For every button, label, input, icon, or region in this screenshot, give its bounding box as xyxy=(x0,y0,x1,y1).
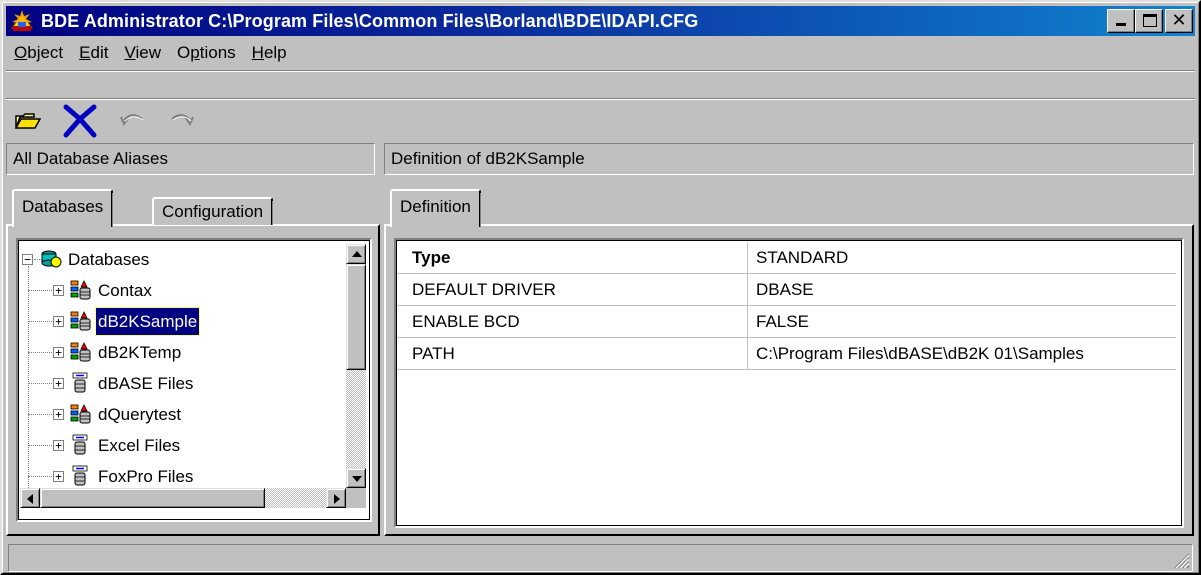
minimize-button[interactable] xyxy=(1107,9,1135,33)
menu-accelerator: p xyxy=(190,43,200,62)
definition-value[interactable]: C:\Program Files\dBASE\dB2K 01\Samples xyxy=(748,338,1176,369)
scroll-right-icon xyxy=(334,494,340,504)
expand-icon[interactable]: + xyxy=(53,378,64,389)
tree-label: Databases xyxy=(68,250,150,269)
tree-item[interactable]: + dQuerytest xyxy=(18,399,344,430)
definition-row[interactable]: DEFAULT DRIVER DBASE xyxy=(398,274,1176,306)
bde-app-icon[interactable] xyxy=(9,8,35,34)
title-bar[interactable]: BDE Administrator C:\Program Files\Commo… xyxy=(6,6,1195,36)
tab-databases[interactable]: Databases xyxy=(12,189,114,227)
expand-icon[interactable]: + xyxy=(53,316,64,327)
tree-item-label: Contax xyxy=(98,281,152,300)
menu-item-options[interactable]: Options xyxy=(169,38,244,68)
expand-icon[interactable]: + xyxy=(53,409,64,420)
menu-item-object[interactable]: Object xyxy=(6,38,71,68)
toolbar xyxy=(12,102,198,140)
menu-label-part: tions xyxy=(199,43,236,62)
tab-definition[interactable]: Definition xyxy=(390,189,481,227)
right-panel-header: Definition of dB2KSample xyxy=(384,143,1194,175)
menu-separator xyxy=(6,70,1195,72)
minimize-icon xyxy=(1116,23,1126,26)
resize-grip-icon[interactable] xyxy=(1172,551,1190,569)
tree-item-label: dQuerytest xyxy=(98,405,182,424)
definition-key: Type xyxy=(398,242,748,273)
collapse-icon[interactable]: − xyxy=(22,254,33,265)
tree-item[interactable]: + dB2KSample xyxy=(18,306,344,337)
menu-label-part: O xyxy=(177,43,191,62)
database-tree[interactable]: − Databases + Contax + dB2KSample + dB2KTemp + dB… xyxy=(16,238,372,522)
close-icon: ✕ xyxy=(1171,10,1187,31)
definition-grid[interactable]: Type STANDARD DEFAULT DRIVER DBASE ENABLE BC… xyxy=(394,238,1184,528)
redo-icon xyxy=(171,114,194,127)
definition-value[interactable]: FALSE xyxy=(748,306,1176,337)
tree-item-label: dBASE Files xyxy=(98,374,194,393)
expand-icon[interactable]: + xyxy=(53,347,64,358)
delete-button[interactable] xyxy=(60,104,97,138)
definition-value[interactable]: DBASE xyxy=(748,274,1176,305)
tree-scroll-down-button[interactable] xyxy=(346,468,366,488)
scroll-down-icon xyxy=(352,476,362,482)
window-title: BDE Administrator C:\Program Files\Commo… xyxy=(41,10,699,31)
menu-accelerator: E xyxy=(79,43,91,62)
tree-scroll-right-button[interactable] xyxy=(326,488,346,508)
menu-label-part: bject xyxy=(27,43,64,62)
close-button[interactable]: ✕ xyxy=(1165,9,1193,33)
toolbar-top-separator xyxy=(6,98,1195,100)
menu-item-view[interactable]: View xyxy=(116,38,169,68)
tree-item-label: dB2KSample xyxy=(94,307,201,336)
maximize-button[interactable] xyxy=(1135,9,1163,33)
status-text xyxy=(9,548,15,567)
expand-icon[interactable]: + xyxy=(53,440,64,451)
redo-button[interactable] xyxy=(164,104,198,138)
menu-item-edit[interactable]: Edit xyxy=(71,38,116,68)
tab-configuration[interactable]: Configuration xyxy=(152,197,274,225)
expand-icon[interactable]: + xyxy=(53,471,64,482)
maximize-icon xyxy=(1143,14,1157,27)
menu-accelerator: V xyxy=(124,43,136,62)
definition-key: DEFAULT DRIVER xyxy=(398,274,748,305)
tree-item[interactable]: + Contax xyxy=(18,275,344,306)
bde-administrator-window: BDE Administrator C:\Program Files\Commo… xyxy=(0,0,1201,575)
scroll-left-icon xyxy=(27,494,33,504)
tree-item-label: dB2KTemp xyxy=(98,343,182,362)
tree-scroll-up-button[interactable] xyxy=(346,244,366,264)
expand-icon[interactable]: + xyxy=(53,285,64,296)
menu-label-part: iew xyxy=(135,43,162,62)
tree-item[interactable]: + dBASE Files xyxy=(18,368,344,399)
left-panel-header: All Database Aliases xyxy=(6,143,375,175)
menu-bar: Object Edit View Options Help xyxy=(6,38,295,68)
open-button[interactable] xyxy=(12,104,46,138)
scroll-up-icon xyxy=(352,251,362,257)
definition-value[interactable]: STANDARD xyxy=(748,242,1176,273)
definition-row[interactable]: ENABLE BCD FALSE xyxy=(398,306,1176,338)
tree-item-label: Excel Files xyxy=(98,436,181,455)
undo-button[interactable] xyxy=(116,104,150,138)
tree-item[interactable]: + Excel Files xyxy=(18,430,344,461)
tree-item-label: FoxPro Files xyxy=(98,467,194,486)
undo-icon xyxy=(120,114,144,127)
definition-row[interactable]: PATH C:\Program Files\dBASE\dB2K 01\Sampl… xyxy=(398,338,1176,370)
tree-item[interactable]: + dB2KTemp xyxy=(18,337,344,368)
tree-root-databases[interactable]: − Databases xyxy=(18,244,344,275)
delete-x-icon xyxy=(63,104,97,138)
definition-key: ENABLE BCD xyxy=(398,306,748,337)
definition-row[interactable]: Type STANDARD xyxy=(398,242,1176,274)
menu-item-help[interactable]: Help xyxy=(244,38,295,68)
tree-scroll-left-button[interactable] xyxy=(20,488,40,508)
status-bar xyxy=(8,544,1193,572)
menu-accelerator: O xyxy=(14,43,28,62)
open-folder-icon xyxy=(14,113,42,129)
tree-hscroll-thumb[interactable] xyxy=(40,488,265,508)
menu-label-part: dit xyxy=(90,43,109,62)
definition-key: PATH xyxy=(398,338,748,369)
tree-vscroll-thumb[interactable] xyxy=(346,264,366,370)
scroll-corner xyxy=(346,488,366,508)
menu-accelerator: H xyxy=(251,43,264,62)
menu-label-part: elp xyxy=(263,43,287,62)
